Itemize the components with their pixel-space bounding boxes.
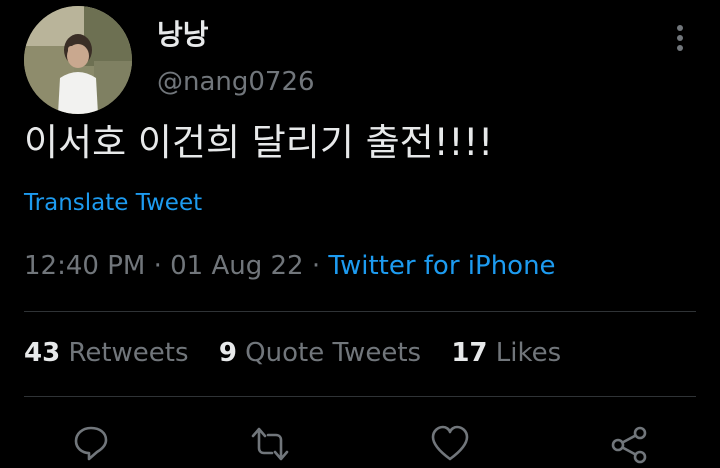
tweet-time[interactable]: 12:40 PM [24,251,145,281]
translate-tweet-link[interactable]: Translate Tweet [24,188,202,218]
retweet-icon [251,427,289,461]
retweets-count: 43 [24,338,61,368]
tweet-actions [0,424,720,464]
quote-tweets-count: 9 [218,338,237,368]
tweet-source-link[interactable]: Twitter for iPhone [328,251,555,281]
like-icon [431,425,469,461]
quote-tweets-stat[interactable]: 9 Quote Tweets [219,338,421,368]
avatar[interactable] [24,6,132,114]
username-handle[interactable]: @nang0726 [157,66,315,98]
tweet-text: 이서호 이건희 달리기 출전!!!! [24,121,494,164]
retweet-button[interactable] [250,424,290,464]
quote-tweets-label: Quote Tweets [245,338,422,368]
meta-separator: · [153,251,162,281]
more-vertical-icon [677,25,683,51]
divider [24,311,696,312]
display-name[interactable]: 낭낭 [157,18,209,52]
reply-icon [74,426,108,461]
more-options-button[interactable] [664,20,696,56]
avatar-photo [24,6,132,114]
likes-count: 17 [451,338,488,368]
share-icon [611,426,647,464]
likes-stat[interactable]: 17 Likes [451,338,561,368]
reply-button[interactable] [71,424,111,464]
tweet-metadata: 12:40 PM · 01 Aug 22 · Twitter for iPhon… [24,249,556,283]
share-button[interactable] [609,424,649,464]
divider [24,396,696,397]
like-button[interactable] [430,424,470,464]
tweet-stats: 43 Retweets 9 Quote Tweets 17 Likes [24,336,583,370]
meta-separator: · [311,251,321,281]
retweets-label: Retweets [68,338,189,368]
likes-label: Likes [495,338,562,368]
tweet-date[interactable]: 01 Aug 22 [170,251,303,281]
retweets-stat[interactable]: 43 Retweets [24,338,189,368]
